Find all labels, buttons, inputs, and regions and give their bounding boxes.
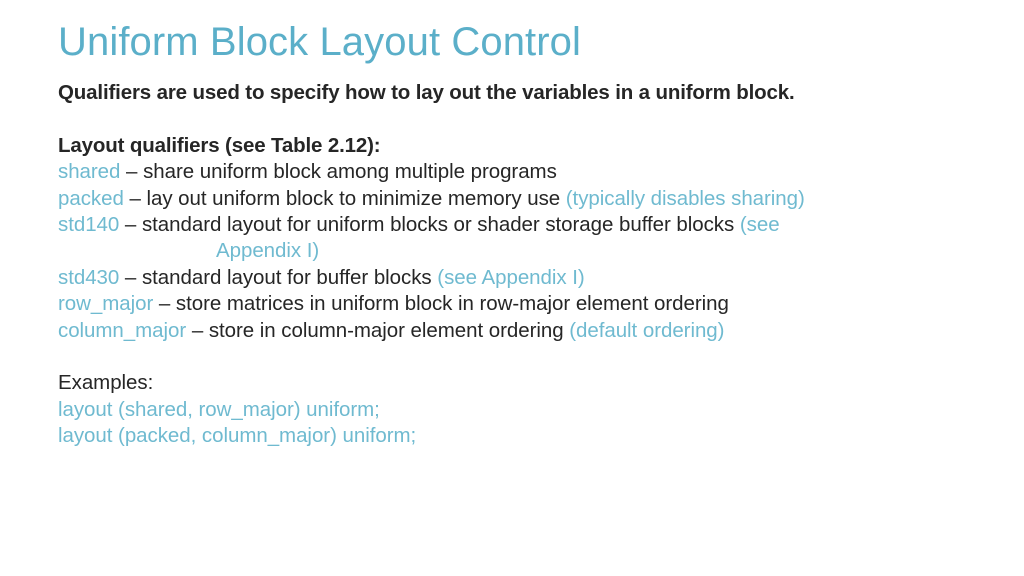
qualifier-keyword-std430: std430 [58, 265, 120, 289]
qualifier-row-packed: packed – lay out uniform block to minimi… [58, 186, 978, 212]
qualifier-row-std140: std140 – standard layout for uniform blo… [58, 212, 978, 238]
qualifier-description-shared: share uniform block among multiple progr… [143, 160, 557, 184]
qualifier-description-packed: lay out uniform block to minimize memory… [146, 186, 561, 210]
qualifier-dash-glyph-std140: – [124, 213, 137, 237]
example-line-1: layout (shared, row_major) uniform; [58, 397, 380, 421]
example-line-2: layout (packed, column_major) uniform; [58, 424, 417, 448]
qualifier-dash-glyph-packed: – [129, 186, 141, 210]
slide-canvas: Uniform Block Layout Control Qualifiers … [0, 0, 1024, 576]
qualifier-description-std430: standard layout for buffer blocks [141, 265, 432, 289]
slide-body: Qualifiers are used to specify how to la… [58, 80, 978, 450]
examples-heading: Examples: [58, 371, 154, 395]
qualifier-keyword-packed: packed [58, 186, 124, 210]
qualifier-dash-glyph-shared: – [126, 160, 138, 184]
qualifier-description-std140: standard layout for uniform blocks or sh… [141, 213, 735, 237]
qualifier-row-column-major: column_major – store in column-major ele… [58, 318, 978, 344]
qualifier-dash-glyph-std430: – [124, 265, 137, 289]
qualifier-keyword-std140: std140 [58, 213, 120, 237]
qualifier-note-packed: (typically disables sharing) [565, 186, 805, 210]
qualifier-note-column-major: (default ordering) [569, 318, 725, 342]
qualifier-row-std430: std430 – standard layout for buffer bloc… [58, 265, 978, 291]
qualifier-note-std430: (see Appendix I) [437, 265, 585, 289]
qualifier-dash-glyph-column-major: – [191, 318, 204, 342]
qualifier-note-std140-continued: Appendix I) [216, 239, 320, 263]
qualifier-row-shared: shared – share uniform block among multi… [58, 159, 978, 185]
qualifier-note-std140: (see [739, 213, 780, 237]
section-heading: Layout qualifiers (see Table 2.12): [58, 133, 381, 157]
intro-text: Qualifiers are used to specify how to la… [58, 81, 795, 104]
page-title: Uniform Block Layout Control [58, 20, 582, 64]
qualifier-keyword-column-major: column_major [58, 318, 187, 342]
qualifier-dash-glyph-row-major: – [158, 292, 171, 316]
qualifier-keyword-shared: shared [58, 160, 121, 184]
qualifier-description-row-major: store matrices in uniform block in row-m… [175, 292, 729, 316]
qualifier-row-row-major: row_major – store matrices in uniform bl… [58, 291, 978, 317]
qualifier-keyword-row-major: row_major [58, 292, 154, 316]
qualifier-row-std140-continued: Appendix I) [58, 238, 978, 264]
qualifier-description-column-major: store in column-major element ordering [208, 318, 564, 342]
